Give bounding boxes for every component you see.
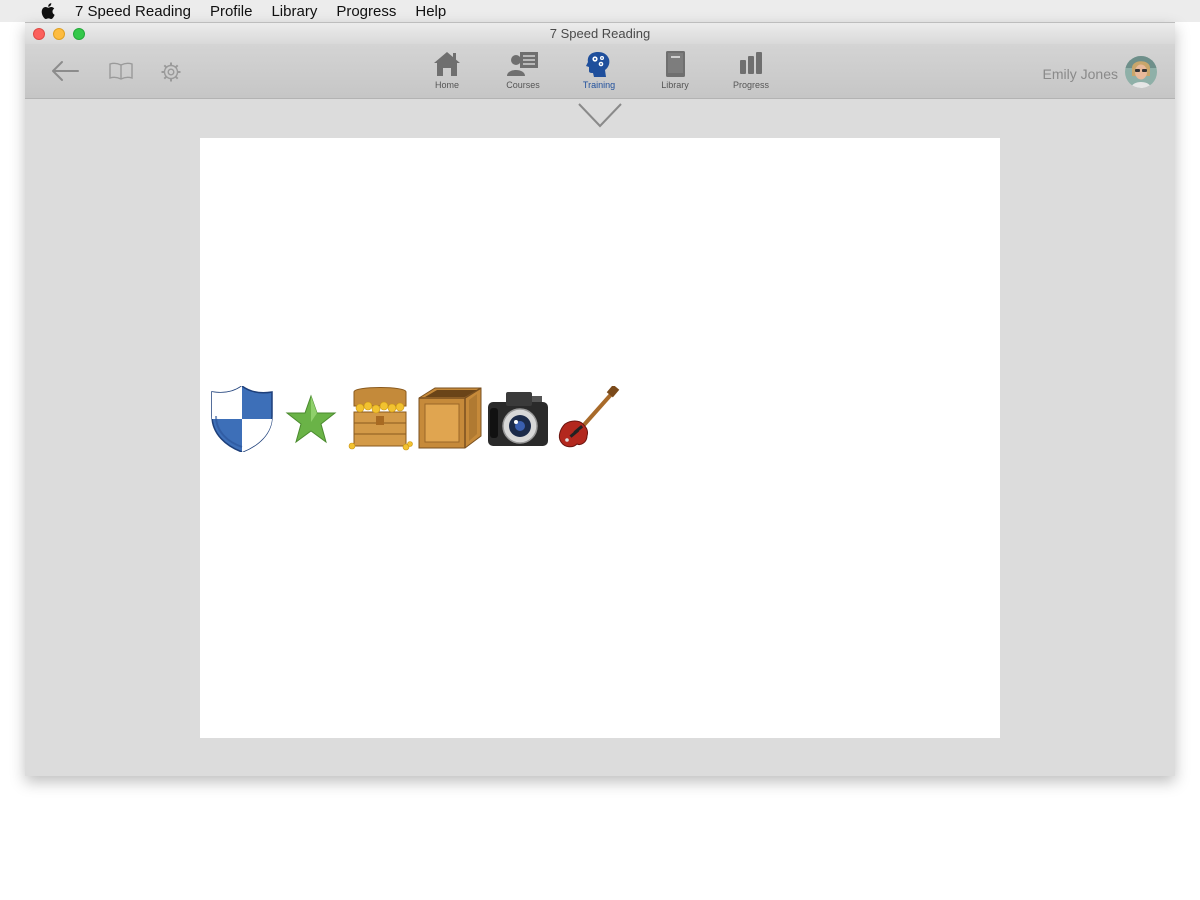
open-book-icon[interactable] bbox=[108, 61, 134, 81]
user-name[interactable]: Emily Jones bbox=[1043, 66, 1118, 82]
nav-training[interactable]: Training bbox=[569, 50, 629, 90]
chevron-down-icon[interactable] bbox=[577, 102, 623, 128]
camera-icon bbox=[488, 392, 548, 446]
exercise-area bbox=[200, 138, 1000, 738]
nav-library[interactable]: Library bbox=[645, 50, 705, 90]
gear-icon[interactable] bbox=[160, 61, 182, 83]
menu-progress[interactable]: Progress bbox=[336, 3, 396, 20]
nav-courses-label: Courses bbox=[506, 80, 540, 90]
user-avatar-icon bbox=[1125, 56, 1157, 88]
nav-home[interactable]: Home bbox=[417, 50, 477, 90]
nav-progress[interactable]: Progress bbox=[721, 50, 781, 90]
shield-icon bbox=[211, 386, 273, 452]
nav-courses[interactable]: Courses bbox=[493, 50, 553, 90]
electric-guitar-icon bbox=[558, 386, 620, 448]
nav-library-label: Library bbox=[661, 80, 689, 90]
title-bar: 7 Speed Reading bbox=[25, 22, 1175, 44]
apple-logo-icon[interactable] bbox=[39, 1, 59, 21]
avatar[interactable] bbox=[1125, 56, 1157, 88]
treasure-chest-icon bbox=[348, 387, 413, 451]
menu-bar: 7 Speed Reading Profile Library Progress… bbox=[0, 0, 1200, 22]
home-icon bbox=[434, 52, 460, 76]
back-arrow-icon[interactable] bbox=[50, 60, 80, 82]
flash-image-row bbox=[208, 386, 622, 452]
wooden-crate-icon bbox=[418, 387, 482, 449]
nav-home-label: Home bbox=[434, 80, 459, 90]
training-brain-icon bbox=[586, 52, 610, 77]
library-book-icon bbox=[666, 51, 685, 77]
nav-progress-label: Progress bbox=[732, 80, 769, 90]
star-icon bbox=[285, 394, 337, 444]
toolbar: Home Courses Training Library Progress E… bbox=[25, 44, 1175, 99]
menu-help[interactable]: Help bbox=[415, 3, 446, 20]
menu-app-name[interactable]: 7 Speed Reading bbox=[75, 3, 191, 20]
window-title: 7 Speed Reading bbox=[549, 26, 651, 41]
nav-training-label: Training bbox=[582, 80, 616, 90]
courses-icon bbox=[507, 52, 538, 76]
menu-library[interactable]: Library bbox=[271, 3, 317, 20]
app-window: 7 Speed Reading Home Courses Training Li… bbox=[25, 22, 1175, 776]
progress-bars-icon bbox=[740, 52, 762, 74]
menu-profile[interactable]: Profile bbox=[210, 3, 253, 20]
